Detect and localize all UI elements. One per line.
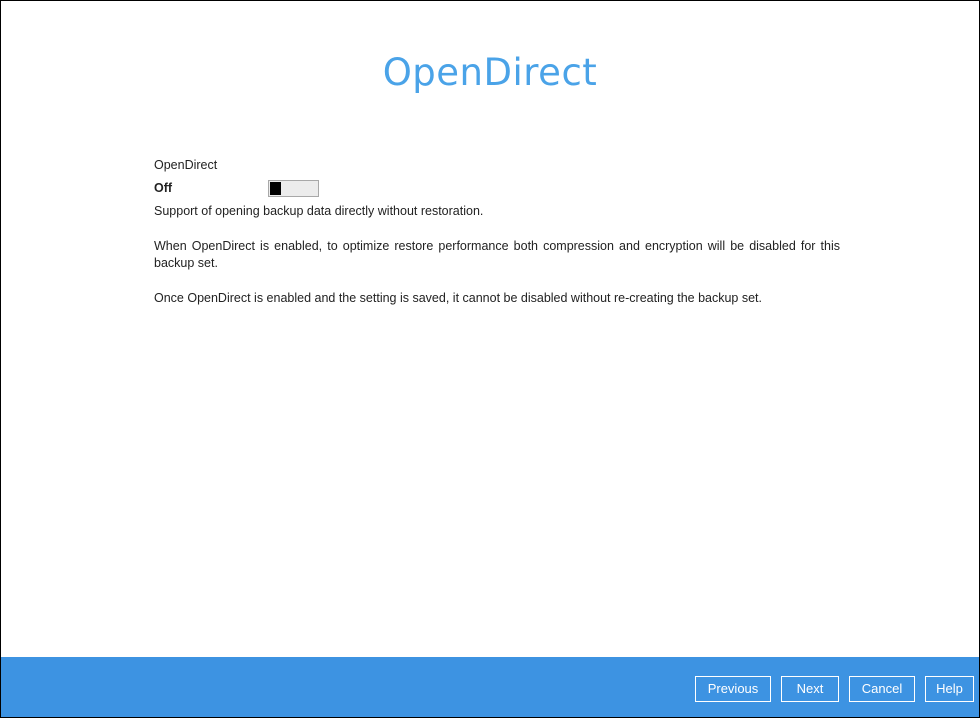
cancel-button[interactable]: Cancel — [849, 676, 915, 702]
opendirect-toggle-row: Off — [154, 179, 840, 197]
footer-button-group: Previous Next Cancel Help — [695, 676, 974, 702]
opendirect-window: OpenDirect OpenDirect Off Support of ope… — [0, 0, 980, 718]
toggle-state-text: Off — [154, 180, 173, 195]
opendirect-settings-panel: OpenDirect Off Support of opening backup… — [154, 157, 840, 325]
wizard-footer: Previous Next Cancel Help — [1, 657, 979, 717]
opendirect-irreversible-note: Once OpenDirect is enabled and the setti… — [154, 291, 763, 305]
opendirect-setting-label: OpenDirect — [154, 158, 218, 172]
opendirect-description: Support of opening backup data directly … — [154, 204, 484, 218]
help-button[interactable]: Help — [925, 676, 974, 702]
page-title: OpenDirect — [382, 51, 598, 94]
opendirect-toggle-switch[interactable] — [268, 179, 319, 197]
next-button[interactable]: Next — [781, 676, 839, 702]
previous-button[interactable]: Previous — [695, 676, 771, 702]
toggle-knob — [270, 181, 281, 195]
opendirect-performance-note: When OpenDirect is enabled, to optimize … — [154, 239, 840, 270]
